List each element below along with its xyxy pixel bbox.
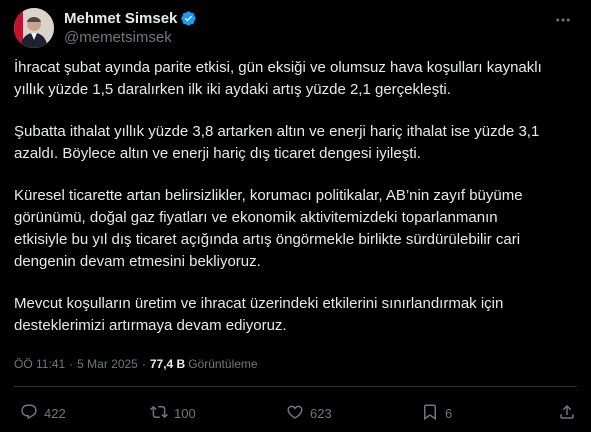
bookmark-button[interactable]: 6 xyxy=(421,402,452,424)
bookmark-icon xyxy=(421,403,439,424)
author-name[interactable]: Mehmet Simsek xyxy=(64,10,177,27)
tweet-meta: ÖÖ 11:41 · 5 Mar 2025 · 77,4 B Görüntüle… xyxy=(14,355,258,373)
bookmark-count: 6 xyxy=(445,405,453,421)
avatar-image xyxy=(14,8,54,48)
tweet-paragraph-4: Mevcut koşulların üretim ve ihracat üzer… xyxy=(14,295,504,334)
meta-separator: · xyxy=(69,357,74,371)
tweet-text: İhracat şubat ayında parite etkisi, gün … xyxy=(14,57,577,357)
heart-icon xyxy=(286,403,304,424)
divider xyxy=(14,386,577,387)
reply-count: 422 xyxy=(44,405,66,421)
views-label: Görüntüleme xyxy=(188,357,258,371)
author-block: Mehmet Simsek @memetsimsek xyxy=(64,9,197,46)
tweet-paragraph-3: Küresel ticarette artan belirsizlikler, … xyxy=(14,187,523,270)
share-icon xyxy=(558,403,576,424)
avatar[interactable] xyxy=(14,8,54,48)
repost-icon xyxy=(150,403,168,424)
more-dots-icon[interactable] xyxy=(553,10,573,30)
author-handle[interactable]: @memetsimsek xyxy=(64,29,197,46)
reply-icon xyxy=(20,403,38,424)
tweet-time[interactable]: ÖÖ 11:41 xyxy=(14,357,65,371)
tweet-paragraph-2: Şubatta ithalat yıllık yüzde 3,8 artarke… xyxy=(14,123,540,162)
repost-button[interactable]: 100 xyxy=(150,402,196,424)
share-button[interactable] xyxy=(558,402,576,424)
verified-badge-icon xyxy=(180,10,197,27)
meta-separator: · xyxy=(141,357,146,371)
like-count: 623 xyxy=(310,405,332,421)
like-button[interactable]: 623 xyxy=(286,402,332,424)
tweet-date[interactable]: 5 Mar 2025 xyxy=(77,357,138,371)
tweet-paragraph-1: İhracat şubat ayında parite etkisi, gün … xyxy=(14,59,542,98)
action-bar: 422 100 623 6 xyxy=(14,402,577,424)
view-count: 77,4 B xyxy=(149,357,186,371)
reply-button[interactable]: 422 xyxy=(20,402,66,424)
tweet-header: Mehmet Simsek @memetsimsek xyxy=(14,8,577,48)
repost-count: 100 xyxy=(174,405,196,421)
